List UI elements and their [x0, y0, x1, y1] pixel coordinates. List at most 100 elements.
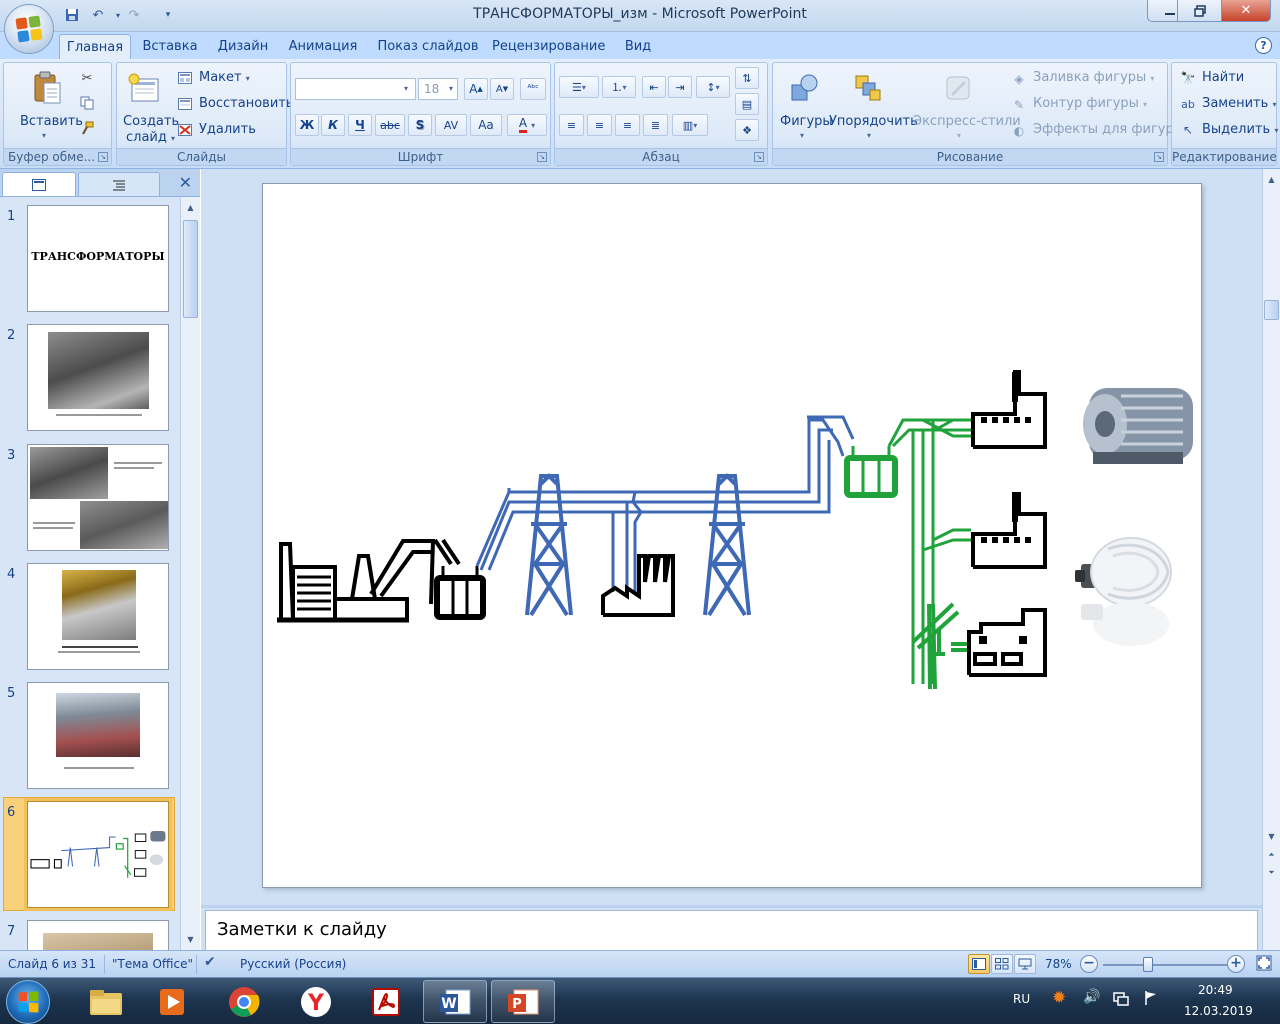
shape-effects-button[interactable]: Эффекты для фигур ▾ [1033, 122, 1182, 137]
text-direction-button[interactable]: ⇅ [735, 67, 759, 89]
taskbar-chrome-icon[interactable] [214, 980, 274, 1023]
grow-font-button[interactable]: A ▲ [464, 78, 488, 100]
new-slide-button-line2[interactable]: слайд ▾ [126, 130, 175, 145]
copy-icon[interactable] [78, 94, 96, 112]
volume-icon[interactable]: 🔊 [1083, 989, 1100, 1005]
taskbar-yandex-icon[interactable]: Y [286, 980, 346, 1023]
scroll-up-arrow-icon[interactable]: ▲ [183, 200, 198, 215]
shapes-dropdown-icon[interactable]: ▾ [800, 131, 804, 140]
tab-review[interactable]: Рецензирование [492, 34, 605, 59]
restore-button[interactable] [1177, 0, 1223, 22]
slide-thumbnail-3[interactable] [27, 444, 169, 551]
spell-check-icon[interactable]: ✔ [204, 954, 216, 970]
align-text-button[interactable]: ▤ [735, 93, 759, 115]
next-slide-icon[interactable]: ⏷ [1264, 865, 1279, 880]
delete-slide-icon[interactable] [177, 122, 193, 138]
slide-scrollbar[interactable]: ▲ ▼ ⏶ ⏷ [1262, 169, 1280, 950]
zoom-slider-thumb[interactable] [1143, 957, 1153, 972]
scroll-down-arrow-icon[interactable]: ▼ [183, 932, 198, 947]
taskbar-explorer-icon[interactable] [76, 980, 136, 1023]
close-button[interactable]: ✕ [1221, 0, 1271, 22]
slide-thumbnail-1[interactable]: ТРАНСФОРМАТОРЫ [27, 205, 169, 312]
tab-animation[interactable]: Анимация [284, 34, 362, 59]
justify-button[interactable]: ≣ [643, 114, 668, 136]
font-name-combo[interactable] [295, 78, 416, 100]
find-icon[interactable]: 🔭 [1180, 70, 1196, 86]
change-case-button[interactable]: Aa [470, 114, 502, 136]
shape-fill-icon[interactable]: ◈ [1011, 71, 1027, 87]
scroll-down-arrow-icon[interactable]: ▼ [1264, 829, 1279, 844]
scroll-up-arrow-icon[interactable]: ▲ [1264, 172, 1279, 187]
columns-button[interactable]: ▥ ▾ [672, 114, 708, 136]
slideshow-view-button[interactable] [1014, 954, 1036, 974]
taskbar-media-player-icon[interactable] [142, 980, 202, 1023]
font-size-dropdown-icon[interactable]: ▾ [449, 84, 453, 93]
reset-button[interactable]: Восстановить [199, 96, 294, 111]
taskbar-acrobat-icon[interactable] [356, 980, 416, 1023]
numbering-button[interactable]: ⒈ ▾ [602, 76, 636, 98]
align-center-button[interactable]: ≡ [587, 114, 612, 136]
start-button[interactable] [6, 980, 50, 1024]
action-center-flag-icon[interactable] [1143, 990, 1159, 1009]
tab-view[interactable]: Вид [618, 34, 658, 59]
shape-outline-button[interactable]: Контур фигуры ▾ [1033, 96, 1147, 111]
shrink-font-button[interactable]: A ▼ [490, 78, 514, 100]
close-panel-icon[interactable]: ✕ [179, 173, 192, 192]
select-icon[interactable]: ↖ [1180, 122, 1196, 138]
line-spacing-button[interactable]: ↕ ▾ [696, 76, 730, 98]
quick-styles-dropdown-icon[interactable]: ▾ [957, 131, 961, 140]
cut-icon[interactable]: ✂ [78, 69, 96, 87]
network-icon[interactable] [1113, 990, 1129, 1009]
format-painter-icon[interactable] [78, 119, 96, 137]
zoom-slider-track[interactable] [1103, 964, 1227, 966]
slides-panel-scroll-thumb[interactable] [183, 220, 198, 318]
zoom-out-button[interactable]: − [1080, 955, 1098, 973]
paste-dropdown-icon[interactable]: ▾ [42, 131, 46, 140]
taskbar-powerpoint-icon[interactable]: P [491, 980, 555, 1023]
shape-fill-button[interactable]: Заливка фигуры ▾ [1033, 70, 1154, 85]
layout-button[interactable]: Макет ▾ [199, 70, 250, 85]
slides-panel-scrollbar[interactable]: ▲ ▼ [180, 197, 200, 950]
zoom-level[interactable]: 78% [1045, 957, 1072, 971]
slide-thumbnail-6[interactable] [24, 798, 172, 911]
avast-icon[interactable]: ✹ [1052, 988, 1066, 1008]
slide-thumbnail-2[interactable] [27, 324, 169, 431]
input-language[interactable]: RU [1013, 992, 1030, 1006]
font-launcher-icon[interactable]: ↘ [537, 152, 547, 162]
clock-date[interactable]: 12.03.2019 [1184, 1004, 1253, 1018]
help-icon[interactable]: ? [1255, 37, 1272, 54]
zoom-in-button[interactable]: + [1227, 955, 1245, 973]
language[interactable]: Русский (Россия) [240, 957, 346, 971]
clock-time[interactable]: 20:49 [1198, 983, 1233, 997]
clipboard-launcher-icon[interactable]: ↘ [98, 152, 108, 162]
shadow-button[interactable]: S [408, 114, 432, 136]
shapes-button[interactable]: Фигуры [780, 114, 833, 129]
arrange-button[interactable]: Упорядочить [829, 114, 918, 129]
normal-view-button[interactable] [968, 954, 990, 974]
strikethrough-button[interactable]: abc [375, 114, 405, 136]
shape-effects-icon[interactable]: ◐ [1011, 123, 1027, 139]
arrange-icon[interactable] [851, 69, 885, 107]
shapes-icon[interactable] [787, 69, 821, 107]
smartart-button[interactable]: ❖ [735, 119, 759, 141]
new-slide-icon[interactable] [127, 69, 161, 107]
taskbar-word-icon[interactable]: W [423, 980, 487, 1023]
tab-insert[interactable]: Вставка [138, 34, 202, 59]
tab-home[interactable]: Главная [59, 34, 131, 59]
font-color-button[interactable]: A ▾ [507, 114, 547, 136]
font-name-dropdown-icon[interactable]: ▾ [404, 84, 408, 93]
paste-button[interactable]: Вставить [20, 114, 83, 129]
decrease-indent-button[interactable]: ⇤ [642, 76, 666, 98]
drawing-launcher-icon[interactable]: ↘ [1154, 152, 1164, 162]
underline-button[interactable]: Ч [348, 114, 372, 136]
tab-slideshow[interactable]: Показ слайдов [372, 34, 484, 59]
align-right-button[interactable]: ≡ [615, 114, 640, 136]
find-button[interactable]: Найти [1202, 70, 1244, 85]
tab-slides[interactable] [2, 172, 76, 196]
previous-slide-icon[interactable]: ⏶ [1264, 847, 1279, 862]
slide-canvas[interactable] [262, 183, 1202, 888]
shape-outline-icon[interactable]: ✎ [1011, 97, 1027, 113]
replace-button[interactable]: Заменить ▾ [1202, 96, 1276, 111]
slide-thumbnail-5[interactable] [27, 682, 169, 789]
theme-name[interactable]: "Тема Office" [112, 957, 193, 971]
